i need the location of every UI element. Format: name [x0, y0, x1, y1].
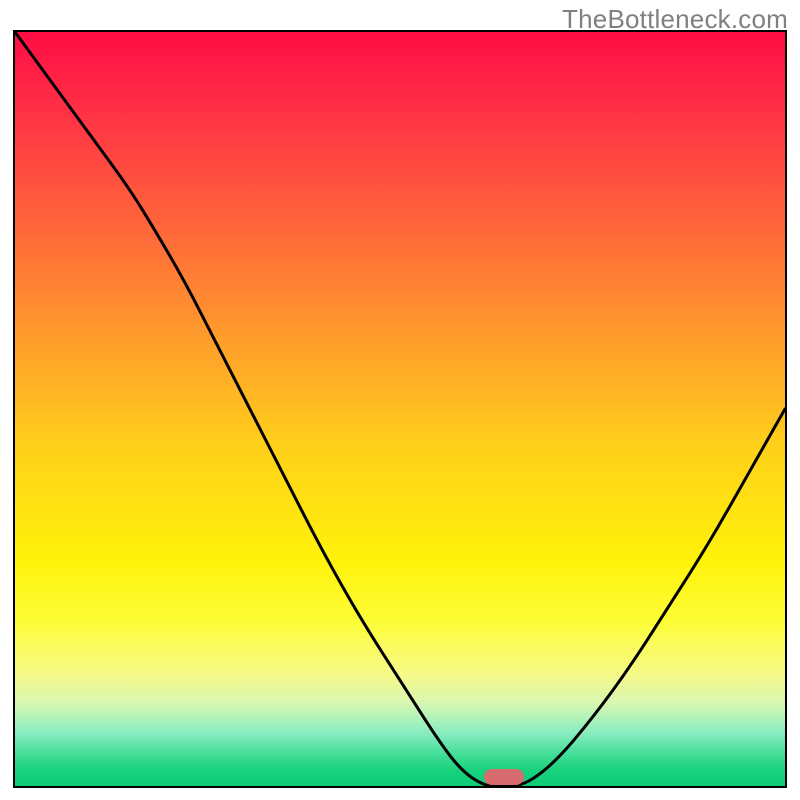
plot-area [13, 30, 787, 788]
optimum-marker [484, 769, 524, 785]
bottleneck-curve [15, 32, 785, 786]
curve-path [15, 32, 785, 786]
chart-stage: TheBottleneck.com [0, 0, 800, 800]
